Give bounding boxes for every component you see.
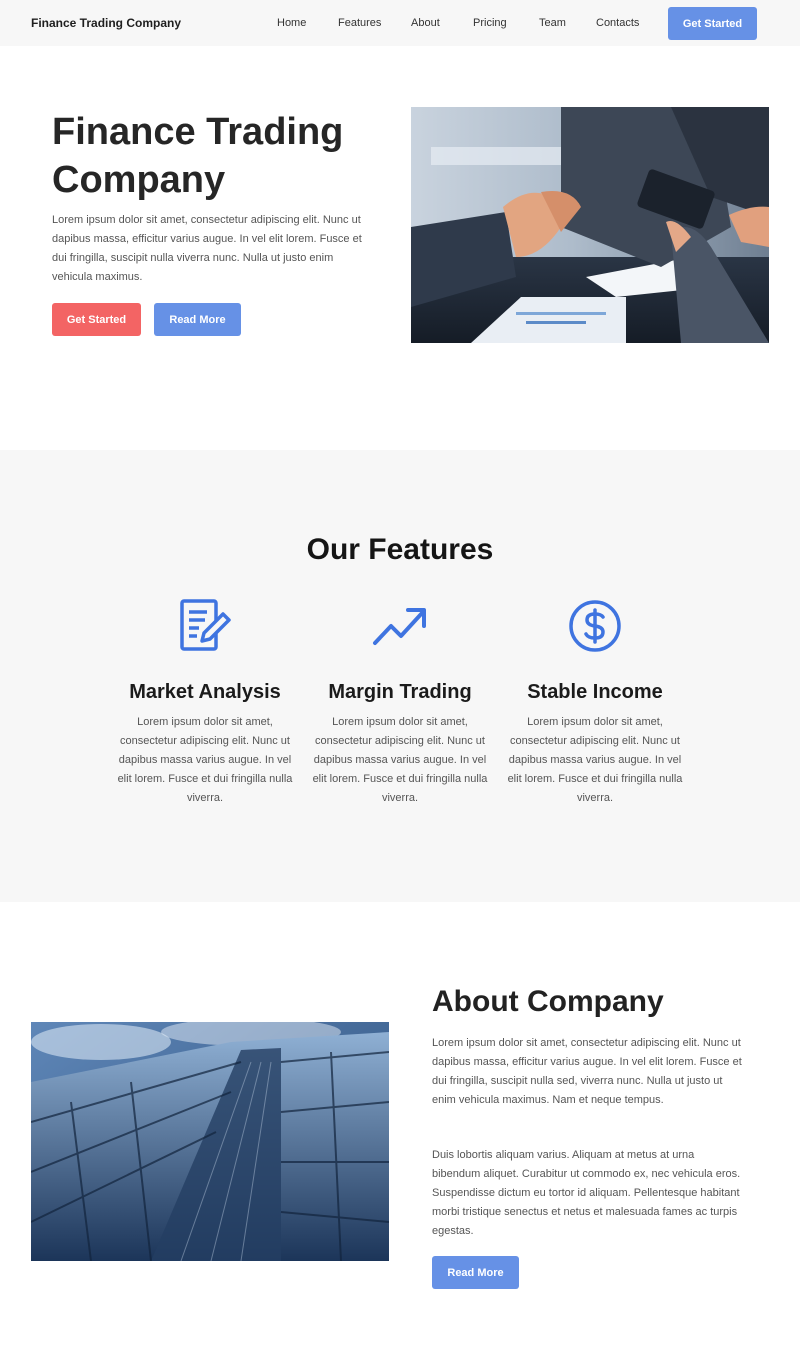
nav-link-home[interactable]: Home bbox=[277, 17, 306, 29]
feature-title: Market Analysis bbox=[129, 681, 281, 703]
hero-read-more-button[interactable]: Read More bbox=[154, 303, 241, 336]
about-paragraph-1: Lorem ipsum dolor sit amet, consectetur … bbox=[432, 1037, 742, 1106]
top-navbar: Finance Trading Company Home Features Ab… bbox=[0, 0, 800, 46]
features-title: Our Features bbox=[306, 533, 494, 566]
nav-link-team[interactable]: Team bbox=[539, 17, 566, 29]
feature-card-market-analysis: Market Analysis Lorem ipsum dolor sit am… bbox=[116, 595, 294, 808]
feature-title: Margin Trading bbox=[328, 681, 472, 703]
nav-get-started-button[interactable]: Get Started bbox=[668, 7, 757, 40]
feature-description: Lorem ipsum dolor sit amet, consectetur … bbox=[312, 716, 488, 804]
hero-title: Finance Trading Company bbox=[52, 111, 344, 201]
handshake-business-image bbox=[411, 107, 769, 343]
trending-up-icon bbox=[311, 595, 489, 657]
brand-logo-text[interactable]: Finance Trading Company bbox=[31, 16, 181, 30]
nav-link-contacts[interactable]: Contacts bbox=[596, 17, 639, 29]
about-paragraph-2: Duis lobortis aliquam varius. Aliquam at… bbox=[432, 1149, 741, 1237]
feature-description: Lorem ipsum dolor sit amet, consectetur … bbox=[117, 716, 293, 804]
dollar-coin-icon bbox=[506, 595, 684, 657]
feature-card-margin-trading: Margin Trading Lorem ipsum dolor sit ame… bbox=[311, 595, 489, 808]
document-edit-icon bbox=[116, 595, 294, 657]
nav-link-pricing[interactable]: Pricing bbox=[473, 17, 507, 29]
hero-get-started-button[interactable]: Get Started bbox=[52, 303, 141, 336]
feature-description: Lorem ipsum dolor sit amet, consectetur … bbox=[507, 716, 683, 804]
feature-card-stable-income: Stable Income Lorem ipsum dolor sit amet… bbox=[506, 595, 684, 808]
features-section: Our Features Market Analysis Lorem ipsum… bbox=[0, 450, 800, 902]
hero-description: Lorem ipsum dolor sit amet, consectetur … bbox=[52, 214, 362, 283]
nav-link-about[interactable]: About bbox=[411, 17, 440, 29]
nav-link-features[interactable]: Features bbox=[338, 17, 381, 29]
feature-title: Stable Income bbox=[527, 681, 663, 703]
skyscraper-building-image bbox=[31, 1022, 389, 1261]
about-title: About Company bbox=[432, 985, 664, 1018]
about-read-more-button[interactable]: Read More bbox=[432, 1256, 519, 1289]
